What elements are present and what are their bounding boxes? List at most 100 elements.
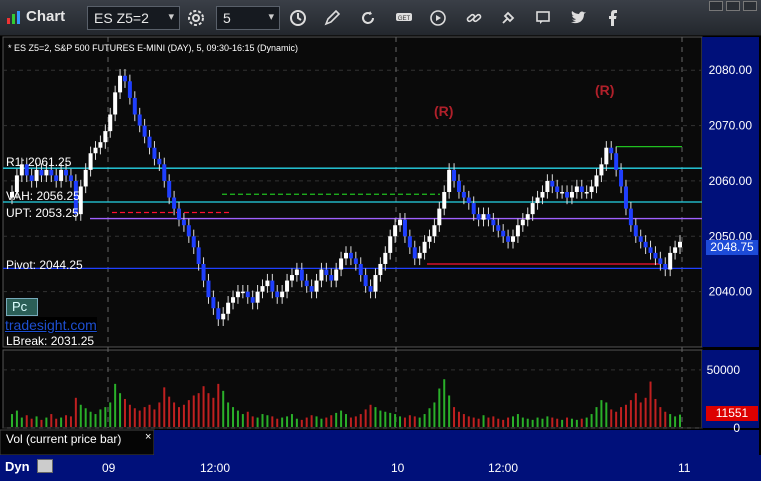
lock-icon[interactable] (37, 459, 53, 473)
chat-button[interactable] (531, 6, 555, 30)
maximize-button[interactable] (726, 1, 740, 11)
dynamic-button[interactable]: Dyn (5, 459, 30, 474)
candle-body (334, 269, 339, 281)
window-title: Chart (6, 8, 65, 25)
r-marker: (R) (595, 82, 615, 98)
draw-button[interactable] (320, 6, 344, 30)
candle-body (511, 236, 515, 242)
candle-body (137, 114, 142, 126)
candle-body (314, 280, 319, 292)
volume-bar (138, 410, 141, 427)
volume-bar (399, 416, 402, 427)
price-chart[interactable]: 2080.002070.002060.002050.002040.0050000… (0, 36, 761, 481)
refresh-button[interactable] (356, 6, 380, 30)
volume-bar (261, 414, 264, 427)
candle-body (604, 147, 609, 165)
volume-bar (345, 414, 347, 427)
candle-body (172, 197, 177, 209)
candle-body (501, 230, 506, 237)
get-button[interactable]: GET (392, 6, 416, 30)
pencil-icon (324, 10, 340, 26)
volume-bar (497, 418, 500, 427)
candle-body (569, 192, 574, 198)
volume-bar (286, 416, 289, 427)
candle-body (231, 297, 236, 303)
volume-bar (394, 414, 397, 427)
candle-body (324, 269, 329, 276)
volume-bar (575, 419, 578, 427)
volume-panel-close-button[interactable]: × (145, 431, 151, 443)
volume-bar (669, 414, 672, 427)
candle-body (579, 186, 584, 192)
facebook-button[interactable] (600, 6, 624, 30)
volume-bar (580, 418, 583, 427)
volume-bar (60, 417, 63, 427)
minimize-button[interactable] (709, 1, 723, 11)
time-label: 12:00 (488, 461, 519, 475)
candle-body (417, 252, 422, 259)
volume-bar (55, 418, 58, 427)
volume-bar (512, 416, 514, 427)
play-button[interactable] (426, 6, 450, 30)
interval-select[interactable]: 5 ▾ (216, 6, 280, 30)
pc-badge[interactable]: Pc (6, 298, 38, 316)
settings-button[interactable] (184, 6, 208, 30)
candle-body (422, 241, 427, 253)
volume-bar (241, 414, 244, 427)
volume-bar (295, 418, 298, 427)
candle-body (157, 158, 162, 165)
play-icon (430, 10, 446, 26)
candle-body (481, 214, 486, 220)
clock-button[interactable] (286, 6, 310, 30)
candle-body (599, 164, 604, 176)
candle-body (113, 92, 118, 115)
volume-bar (428, 408, 431, 427)
candle-body (398, 219, 403, 226)
candle-body (206, 280, 211, 298)
volume-bar (15, 410, 18, 427)
candle-body (88, 153, 93, 170)
volume-bar (649, 381, 652, 427)
volume-bar (674, 416, 677, 427)
volume-bar (256, 417, 259, 427)
close-button[interactable] (743, 1, 757, 11)
volume-bar (644, 397, 647, 427)
link-button[interactable] (462, 6, 486, 30)
candle-body (530, 203, 535, 215)
volume-info-bar (154, 430, 759, 455)
candle-body (250, 297, 255, 303)
volume-bar (369, 404, 372, 427)
volume-bar (443, 379, 446, 427)
volume-bar (541, 418, 544, 427)
brand-link[interactable]: tradesight.com (5, 317, 97, 333)
candle-body (461, 192, 466, 198)
candle-body (358, 263, 363, 276)
symbol-select[interactable]: ES Z5=2 ▾ (87, 6, 180, 30)
twitter-button[interactable] (566, 6, 590, 30)
chain-edit-icon (502, 11, 515, 24)
volume-bar (330, 415, 333, 427)
price-axis (702, 37, 759, 347)
candle-body (201, 263, 206, 281)
edit-link-button[interactable] (496, 6, 520, 30)
volume-bar (40, 419, 43, 427)
volume-bar (467, 416, 470, 427)
candle-body (623, 186, 628, 209)
candle-body (260, 286, 265, 292)
volume-bar (472, 417, 475, 427)
candle-body (658, 258, 663, 264)
candle-body (211, 297, 216, 309)
volume-bar (521, 417, 524, 427)
volume-bar (123, 398, 126, 427)
candle-body (280, 291, 285, 298)
volume-bar (590, 414, 593, 427)
svg-text:GET: GET (398, 16, 411, 22)
candle-body (353, 258, 358, 264)
volume-bar (271, 416, 274, 427)
volume-bar (364, 409, 367, 427)
chart-app-icon (7, 10, 20, 24)
volume-bar (340, 410, 343, 427)
volume-bar (413, 416, 416, 427)
volume-bar (438, 388, 441, 427)
volume-bar (148, 404, 151, 427)
